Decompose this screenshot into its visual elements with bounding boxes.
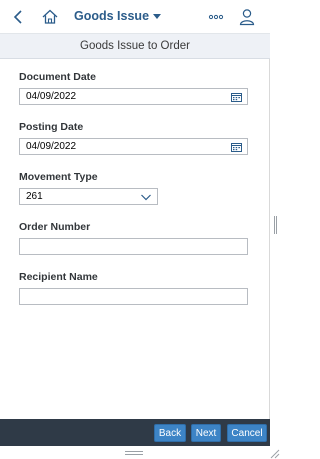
document-date-field[interactable]: 04/09/2022 xyxy=(19,88,248,105)
chevron-down-icon xyxy=(141,194,151,201)
movement-type-value: 261 xyxy=(26,191,43,202)
user-icon[interactable] xyxy=(238,7,256,27)
back-button[interactable]: Back xyxy=(154,424,186,442)
horizontal-resize-handle[interactable] xyxy=(125,451,143,455)
home-icon[interactable] xyxy=(40,7,60,27)
calendar-icon[interactable] xyxy=(231,142,242,152)
vertical-resize-handle[interactable] xyxy=(274,216,277,234)
order-number-label: Order Number xyxy=(19,221,91,233)
order-number-input[interactable] xyxy=(19,238,248,255)
next-button[interactable]: Next xyxy=(191,424,221,442)
app-title: Goods Issue xyxy=(74,9,150,23)
page-title: Goods Issue to Order xyxy=(80,40,190,52)
posting-date-value: 04/09/2022 xyxy=(26,141,77,152)
resize-grip-icon[interactable] xyxy=(268,447,280,459)
document-date-label: Document Date xyxy=(19,71,97,83)
movement-type-label: Movement Type xyxy=(19,171,98,183)
footer-toolbar: Back Next Cancel xyxy=(0,419,270,446)
more-icon[interactable] xyxy=(206,8,226,26)
posting-date-field[interactable]: 04/09/2022 xyxy=(19,138,248,155)
back-icon[interactable] xyxy=(10,8,28,26)
cancel-button[interactable]: Cancel xyxy=(227,424,267,442)
app-window: Goods Issue Goods Issue to Order Documen… xyxy=(0,0,270,446)
calendar-icon[interactable] xyxy=(231,92,242,102)
movement-type-select[interactable]: 261 xyxy=(19,188,158,205)
shell-header: Goods Issue xyxy=(0,0,270,34)
posting-date-label: Posting Date xyxy=(19,121,84,133)
recipient-name-label: Recipient Name xyxy=(19,271,98,283)
caret-down-icon xyxy=(153,14,162,19)
app-title-menu[interactable]: Goods Issue xyxy=(74,9,162,23)
page-title-bar: Goods Issue to Order xyxy=(0,34,270,59)
recipient-name-input[interactable] xyxy=(19,288,248,305)
document-date-value: 04/09/2022 xyxy=(26,91,77,102)
